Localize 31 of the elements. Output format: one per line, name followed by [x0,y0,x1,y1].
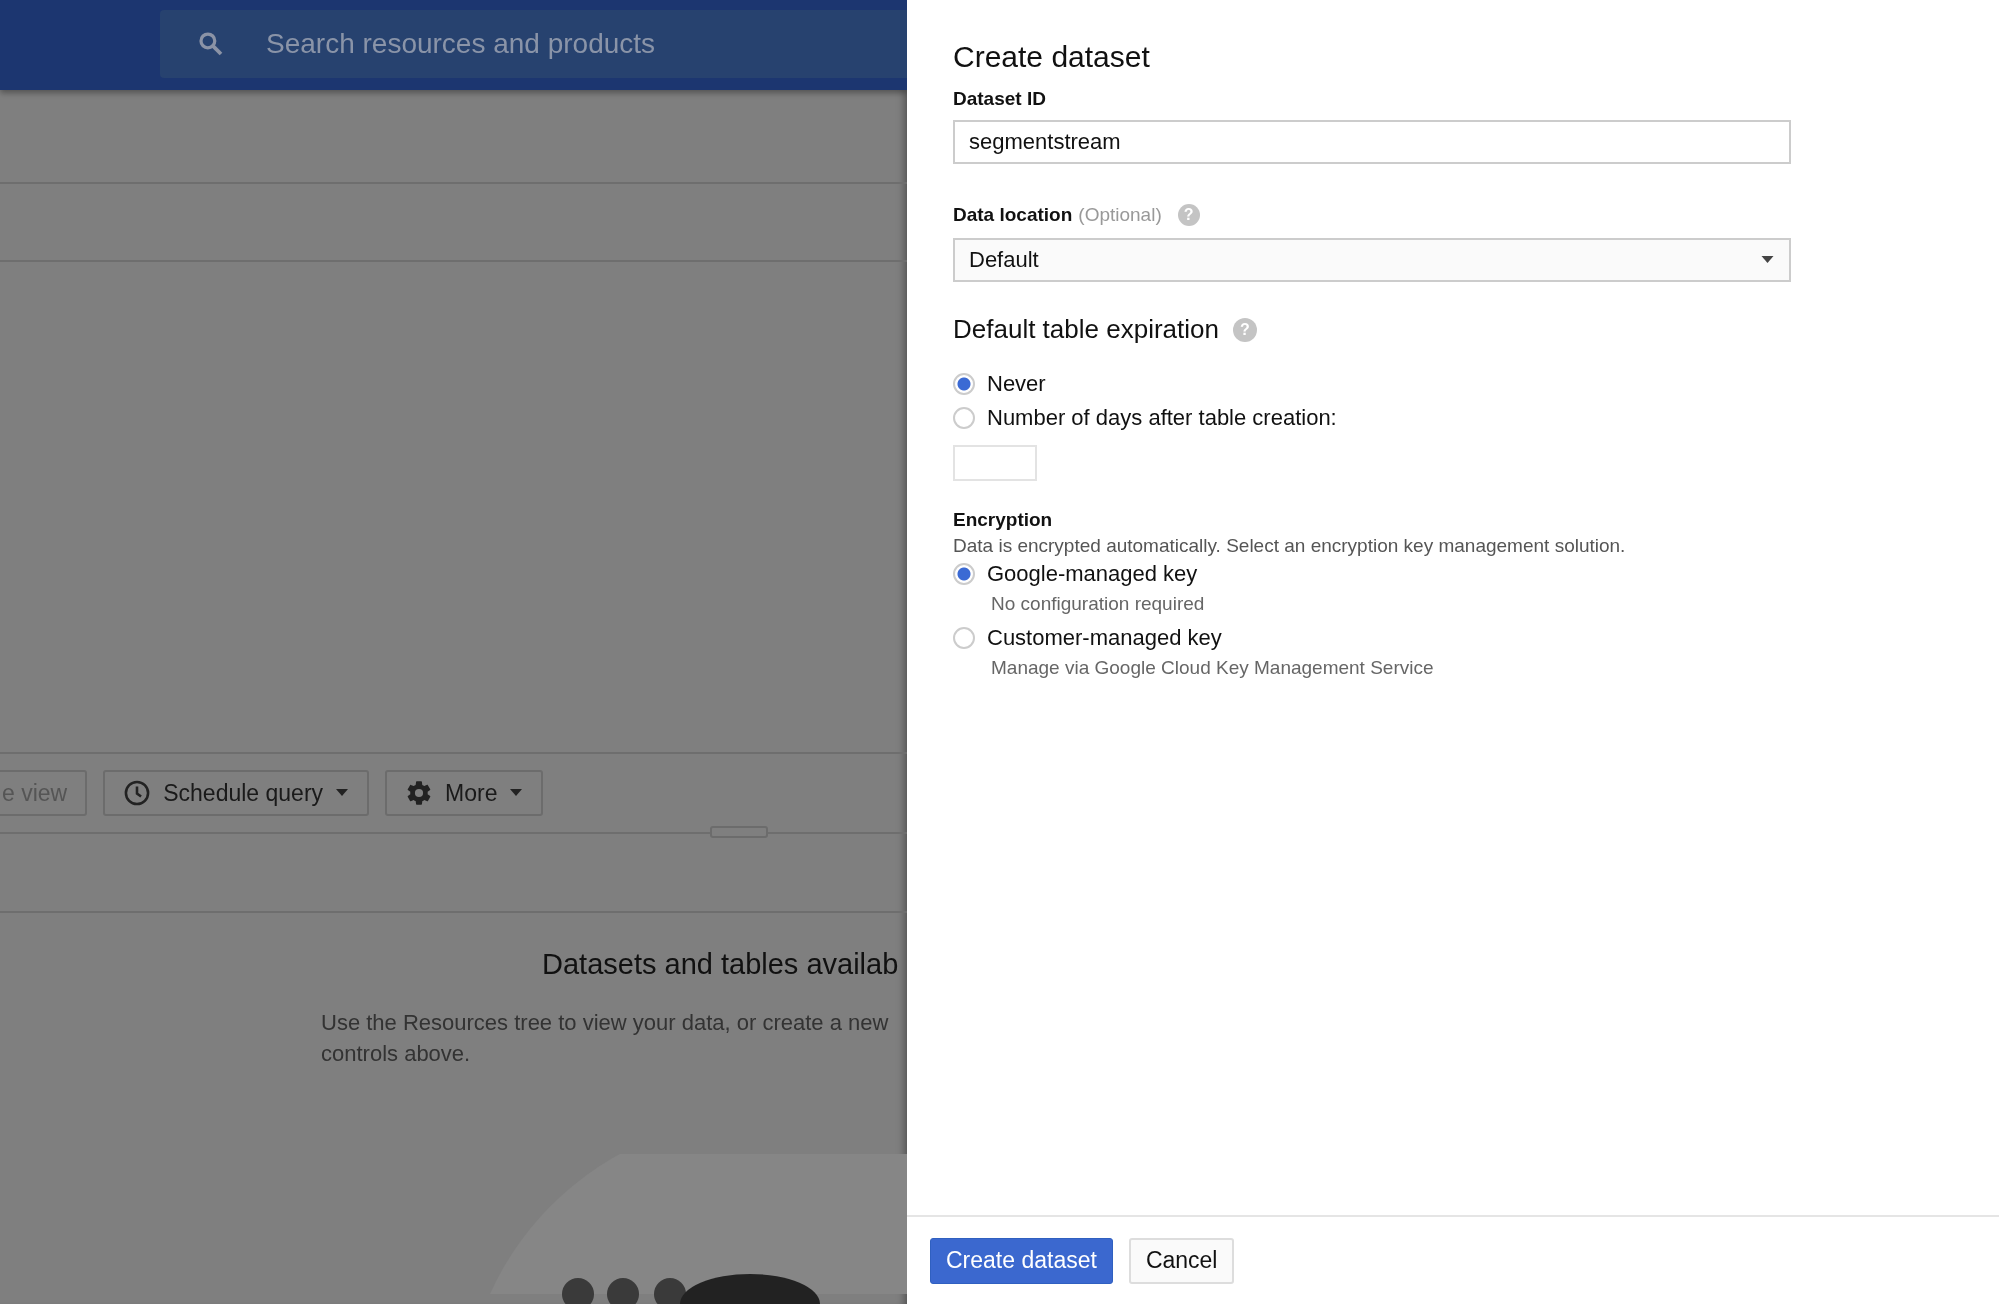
days-field[interactable] [953,445,1037,481]
option-label: Never [987,371,1046,397]
option-label: Google-managed key [987,561,1198,587]
optional-hint: (Optional) [1078,204,1162,226]
toolbar-button[interactable]: More [385,770,544,816]
option-description: Manage via Google Cloud Key Management Service [991,657,1435,679]
empty-state-title: Datasets and tables availab [542,948,900,981]
section-heading: Default table expiration [953,314,1219,345]
caret-icon [509,789,524,797]
panel-title: Create dataset [953,40,1151,74]
field-label: Data location [953,204,1073,226]
radio-button[interactable] [953,373,975,395]
field-label: Dataset ID [953,88,1047,110]
empty-state-text: Use the Resources tree to view your data, or create a new controls above. [321,1009,890,1068]
radio-button[interactable] [953,563,975,585]
radio-button[interactable] [953,407,975,429]
dataset-id-field[interactable]: segmentstream [953,120,1791,164]
section-heading: Encryption [953,509,1054,531]
option-description: No configuration required [991,593,1206,615]
cancel-button[interactable]: Cancel [1128,1237,1235,1284]
create-button[interactable]: Create dataset [930,1237,1113,1284]
option-label: Number of days after table creation: [987,405,1337,431]
section-description: Data is encrypted automatically. Select an encryption key management solution. [953,535,1627,557]
clock-icon [123,779,152,807]
search-field[interactable]: Search resources and products [160,10,907,78]
radio-button[interactable] [953,627,975,649]
toolbar-button[interactable]: Schedule query [103,770,370,816]
location-dropdown[interactable]: Default [953,238,1791,282]
option-label: Customer-managed key [987,625,1222,651]
caret-icon [1760,256,1775,264]
caret-icon [335,789,350,797]
